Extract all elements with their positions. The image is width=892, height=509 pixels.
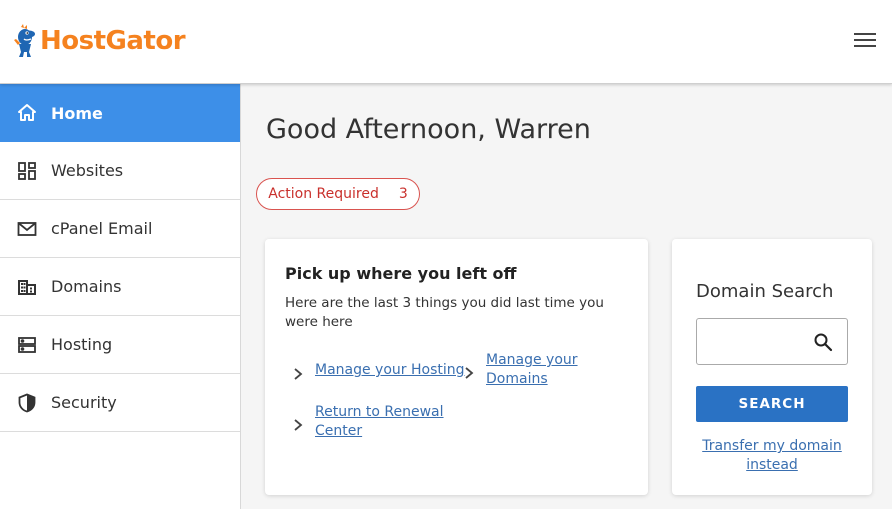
home-icon: [17, 103, 37, 123]
gator-mascot-icon: [14, 24, 35, 57]
manage-domains-link[interactable]: Manage your Domains: [486, 351, 586, 389]
sidebar-item-label: Websites: [51, 161, 124, 180]
recent-link-item: Manage your Domains: [462, 351, 586, 389]
sidebar-item-label: Security: [51, 393, 117, 412]
sidebar-item-label: Hosting: [51, 335, 113, 354]
domain-search-card: Domain Search SEARCH Transfer my domain …: [672, 239, 872, 495]
manage-hosting-link[interactable]: Manage your Hosting: [315, 361, 465, 380]
action-required-count: 3: [398, 186, 408, 202]
sidebar-item-label: cPanel Email: [51, 219, 153, 238]
hamburger-menu-button[interactable]: [854, 33, 876, 51]
chevron-right-icon: [294, 368, 303, 380]
sidebar-item-domains[interactable]: Domains: [0, 258, 240, 316]
sidebar-item-security[interactable]: Security: [0, 374, 240, 432]
dashboard-grid-icon: [17, 161, 37, 181]
sidebar-item-cpanel-email[interactable]: cPanel Email: [0, 200, 240, 258]
recent-activity-card: Pick up where you left off Here are the …: [265, 239, 648, 495]
card-description: Here are the last 3 things you did last …: [285, 295, 604, 330]
transfer-domain-link[interactable]: Transfer my domain instead: [696, 437, 848, 475]
menu-line: [854, 39, 876, 41]
card-title: Pick up where you left off: [285, 264, 517, 283]
recent-link-item: Manage your Hosting: [291, 361, 465, 381]
recent-link-item: Return to Renewal Center: [291, 403, 450, 441]
chevron-right-icon: [294, 419, 303, 431]
building-icon: [17, 277, 37, 297]
search-icon[interactable]: [813, 332, 833, 352]
domain-search-input[interactable]: [696, 318, 848, 365]
sidebar-item-hosting[interactable]: Hosting: [0, 316, 240, 374]
sidebar-nav: Home Websites cPanel Email Domains Hosti…: [0, 84, 241, 509]
sidebar-item-label: Home: [51, 103, 103, 123]
menu-line: [854, 45, 876, 47]
top-header: HostGator: [0, 0, 892, 84]
sidebar-item-label: Domains: [51, 277, 122, 296]
envelope-icon: [17, 219, 37, 239]
sidebar-item-websites[interactable]: Websites: [0, 142, 240, 200]
sidebar-item-home[interactable]: Home: [0, 84, 240, 142]
brand-name: HostGator: [40, 26, 186, 56]
action-required-label: Action Required: [268, 186, 379, 202]
renewal-center-link[interactable]: Return to Renewal Center: [315, 403, 450, 441]
domain-search-title: Domain Search: [696, 281, 834, 302]
shield-icon: [17, 393, 37, 413]
server-icon: [17, 335, 37, 355]
hostgator-logo[interactable]: HostGator: [12, 24, 186, 58]
menu-line: [854, 33, 876, 35]
search-button[interactable]: SEARCH: [696, 386, 848, 422]
action-required-button[interactable]: Action Required 3: [256, 178, 420, 210]
chevron-right-icon: [465, 367, 474, 379]
greeting-heading: Good Afternoon, Warren: [266, 114, 591, 145]
